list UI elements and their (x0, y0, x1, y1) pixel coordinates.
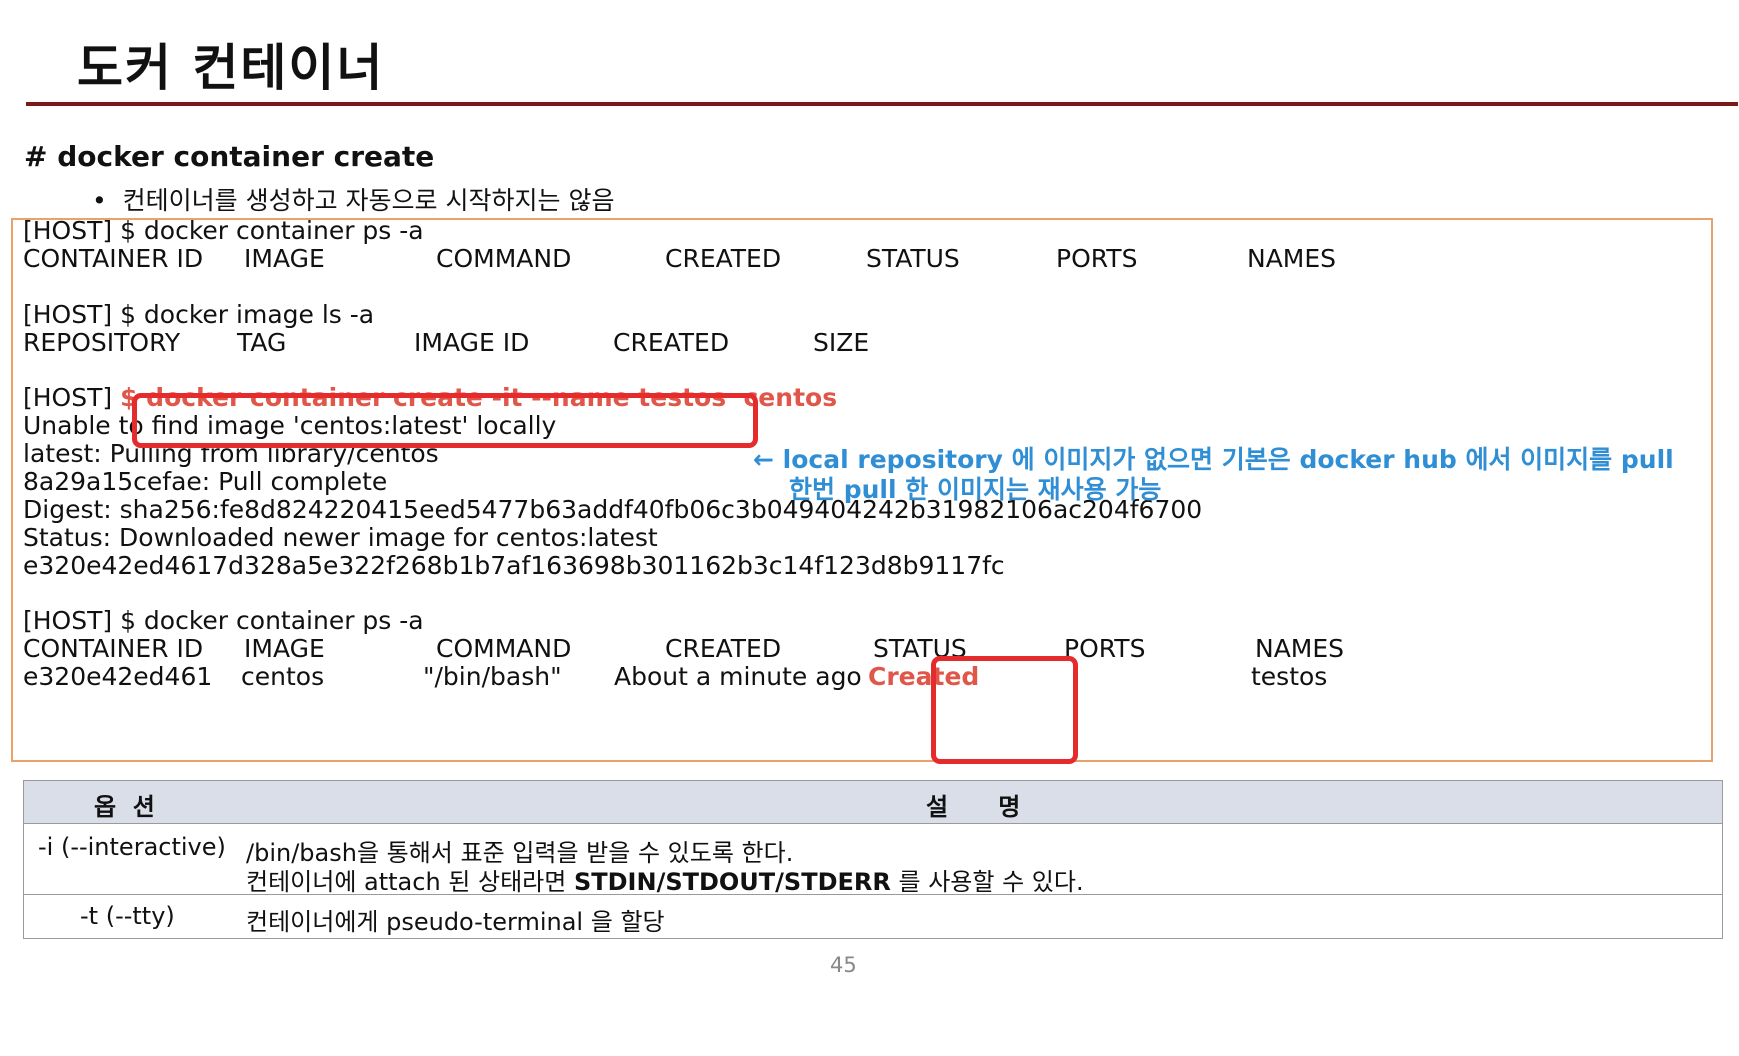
ps-header-image: IMAGE (244, 244, 325, 273)
section-heading: # docker container create (24, 140, 435, 173)
output-line: 8a29a15cefae: Pull complete (23, 467, 388, 496)
bullet-item: • 컨테이너를 생성하고 자동으로 시작하지는 않음 (92, 181, 614, 217)
cmd-line: [HOST] $ docker container ps -a (23, 216, 424, 245)
output-line: e320e42ed4617d328a5e322f268b1b7af163698b… (23, 551, 1005, 580)
bullet-text: 컨테이너를 생성하고 자동으로 시작하지는 않음 (122, 186, 615, 215)
ps-cell-command: "/bin/bash" (423, 662, 562, 691)
ps-header-command: COMMAND (436, 244, 572, 273)
cmd-line: [HOST] $ docker image ls -a (23, 300, 375, 329)
ps-cell-container-id: e320e42ed461 (23, 662, 213, 691)
cmd-line: [HOST] $ docker container ps -a (23, 606, 424, 635)
ps-header-command: COMMAND (436, 634, 572, 663)
annotation-line2: 한번 pull 한 이미지는 재사용 가능 (789, 475, 1162, 504)
left-arrow-icon: ← (753, 445, 774, 474)
ps-cell-created: About a minute ago (614, 662, 862, 691)
table-row: -i (--interactive) /bin/bash을 통해서 표준 입력을… (24, 824, 1722, 896)
ps-header-created: CREATED (665, 634, 782, 663)
table-row: -t (--tty) 컨테이너에게 pseudo-terminal 을 할당 (24, 895, 1722, 938)
ls-header-size: SIZE (813, 328, 870, 357)
option-cell: -t (--tty) (80, 902, 175, 930)
ls-header-created: CREATED (613, 328, 730, 357)
ls-header-tag: TAG (237, 328, 287, 357)
header-description: 설 명 (926, 793, 1021, 821)
prompt: [HOST] (23, 383, 121, 412)
ps-cell-names: testos (1251, 662, 1328, 691)
page-number: 45 (830, 953, 857, 977)
option-cell: -i (--interactive) (38, 833, 226, 861)
ps-cell-image: centos (241, 662, 325, 691)
ps-header-names: NAMES (1255, 634, 1345, 663)
status-highlight-box (931, 656, 1078, 764)
std-streams-text: STDIN/STDOUT/STDERR (573, 868, 891, 896)
command-highlight-box (132, 393, 758, 448)
ps-header-ports: PORTS (1056, 244, 1138, 273)
ps-header-names: NAMES (1247, 244, 1337, 273)
bullet-marker: • (92, 186, 107, 215)
ls-header-repository: REPOSITORY (23, 328, 181, 357)
slide-title: 도커 컨테이너 (77, 39, 385, 97)
output-line: Status: Downloaded newer image for cento… (23, 523, 658, 552)
title-underline (26, 102, 1738, 106)
ps-header-status: STATUS (866, 244, 960, 273)
ps-header-container-id: CONTAINER ID (23, 634, 204, 663)
ps-header-container-id: CONTAINER ID (23, 244, 204, 273)
desc-line: 컨테이너에게 pseudo-terminal 을 할당 (246, 908, 665, 936)
header-option: 옵 션 (94, 793, 155, 821)
ps-header-image: IMAGE (244, 634, 325, 663)
ls-header-image-id: IMAGE ID (414, 328, 530, 357)
table-header-row: 옵 션 설 명 (24, 781, 1722, 824)
desc-line: 컨테이너에 attach 된 상태라면 STDIN/STDOUT/STDERR … (246, 868, 1084, 896)
options-table: 옵 션 설 명 -i (--interactive) /bin/bash을 통해… (23, 780, 1723, 939)
ps-header-created: CREATED (665, 244, 782, 273)
